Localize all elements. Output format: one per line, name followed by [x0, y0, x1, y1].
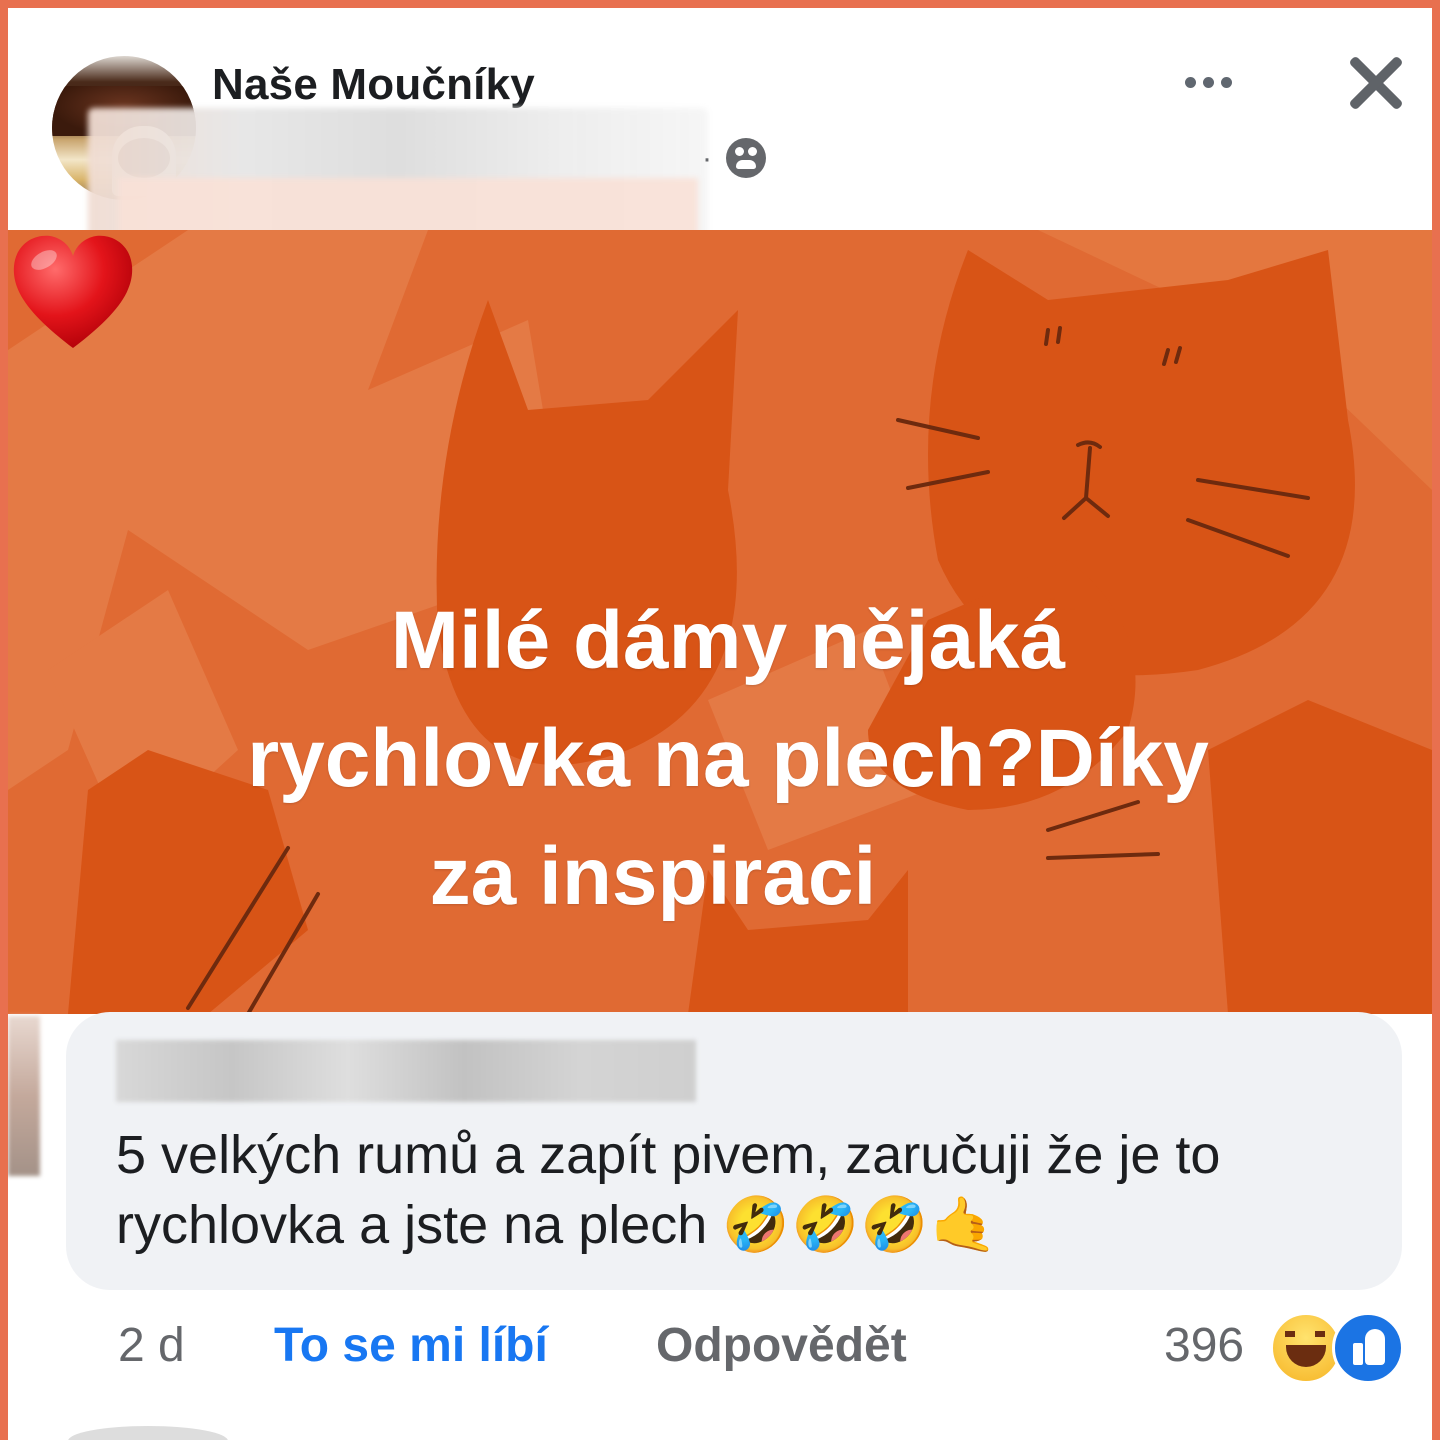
meta-separator: ·	[702, 142, 712, 175]
heart-emoji	[13, 235, 133, 348]
author-name-blurred	[88, 108, 708, 248]
reaction-count[interactable]: 396	[1164, 1318, 1244, 1373]
next-comment-avatar	[68, 1426, 228, 1440]
comment-bubble: 5 velkých rumů a zapít pivem, zaručuji ž…	[66, 1012, 1402, 1290]
more-options-icon[interactable]	[1168, 60, 1248, 104]
post-background: Milé dámy nějaká rychlovka na plech?Díky…	[8, 230, 1432, 1014]
like-button[interactable]: To se mi líbí	[274, 1318, 548, 1373]
group-members-icon	[726, 138, 766, 178]
commenter-name-blurred[interactable]	[116, 1040, 696, 1102]
comment-body: 5 velkých rumů a zapít pivem, zaručuji ž…	[116, 1125, 1221, 1255]
comment-emojis: 🤣🤣🤣🤙	[722, 1195, 1000, 1255]
like-reaction-icon[interactable]	[1332, 1312, 1404, 1384]
close-icon[interactable]	[1336, 44, 1416, 124]
comment-time[interactable]: 2 d	[118, 1318, 185, 1373]
post-text: Milé dámy nějaká rychlovka na plech?Díky…	[8, 582, 1432, 936]
post-card: Naše Moučníky · Milé dámy nějaká rychlov…	[8, 8, 1432, 1440]
post-line-1: Milé dámy nějaká	[390, 595, 1066, 686]
reply-button[interactable]: Odpovědět	[656, 1318, 907, 1373]
group-name[interactable]: Naše Moučníky	[212, 60, 535, 110]
comment-text: 5 velkých rumů a zapít pivem, zaručuji ž…	[116, 1120, 1376, 1260]
post-line-2: rychlovka na plech?Díky	[247, 713, 1209, 804]
commenter-avatar-blurred[interactable]	[8, 1016, 40, 1176]
post-line-3: za inspiraci	[429, 831, 877, 922]
comment-actions: 2 d To se mi líbí Odpovědět 396	[118, 1312, 1418, 1388]
